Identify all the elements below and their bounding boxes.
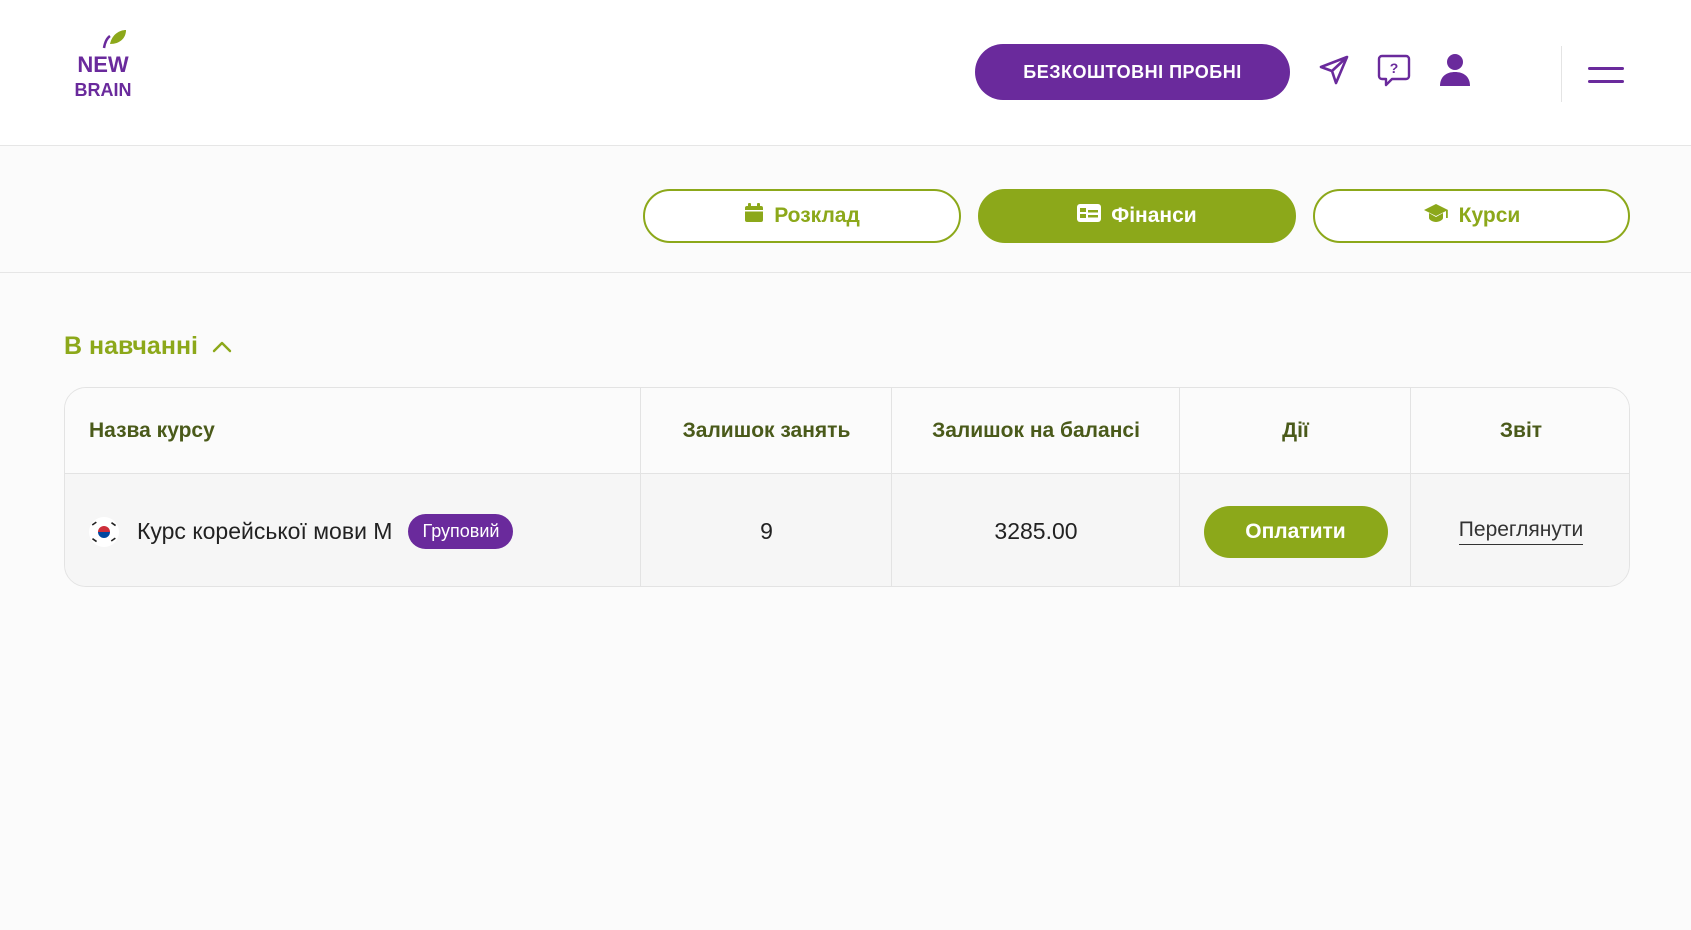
column-divider — [640, 388, 641, 586]
column-divider — [891, 388, 892, 586]
help-chat-icon[interactable]: ? — [1374, 50, 1414, 90]
finance-card-icon — [1077, 204, 1102, 228]
header-actions: Дії — [1282, 419, 1309, 442]
tab-courses[interactable]: Курси — [1313, 189, 1630, 243]
menu-icon[interactable] — [1586, 60, 1626, 90]
free-trials-button[interactable]: БЕЗКОШТОВНІ ПРОБНІ — [975, 44, 1290, 100]
table-header: Назва курсу Залишок занять Залишок на ба… — [65, 388, 1629, 474]
tab-finance-label: Фінанси — [1111, 204, 1197, 227]
courses-table: Назва курсу Залишок занять Залишок на ба… — [64, 387, 1630, 587]
user-icon[interactable] — [1435, 50, 1475, 90]
view-report-link[interactable]: Переглянути — [1458, 518, 1584, 545]
group-badge: Груповий — [408, 514, 514, 549]
svg-text:?: ? — [1390, 60, 1399, 76]
course-name: Курс корейської мови М — [137, 518, 393, 544]
header-report: Звіт — [1499, 419, 1543, 442]
newbrain-logo[interactable]: NEW BRAIN — [66, 28, 140, 108]
section-in-study-toggle[interactable]: В навчанні — [64, 330, 232, 362]
tab-schedule[interactable]: Розклад — [643, 189, 961, 243]
balance-value: 3285.00 — [994, 518, 1078, 544]
header-balance-left: Залишок на балансі — [932, 419, 1140, 442]
header-course-name: Назва курсу — [89, 419, 215, 442]
svg-text:BRAIN: BRAIN — [75, 80, 132, 100]
column-divider — [1410, 388, 1411, 586]
table-row: Курс корейської мови М Груповий 9 3285.0… — [65, 475, 1629, 586]
column-divider — [1179, 388, 1180, 586]
graduation-cap-icon — [1423, 203, 1449, 229]
header-divider — [1561, 46, 1562, 102]
tab-schedule-label: Розклад — [774, 204, 860, 227]
chevron-up-icon — [212, 332, 232, 361]
report-cell: Переглянути — [1411, 475, 1629, 586]
actions-cell: Оплатити — [1180, 475, 1411, 586]
lessons-left-value: 9 — [760, 518, 773, 544]
section-title: В навчанні — [64, 331, 198, 360]
svg-text:NEW: NEW — [77, 52, 129, 77]
header-lessons-left: Залишок занять — [682, 419, 851, 442]
nav-band: Розклад Фінанси Курси — [0, 147, 1691, 273]
south-korea-flag-icon — [89, 516, 119, 547]
tab-finance[interactable]: Фінанси — [978, 189, 1296, 243]
tab-courses-label: Курси — [1458, 204, 1521, 227]
calendar-icon — [744, 203, 764, 229]
send-icon[interactable] — [1314, 50, 1354, 90]
pay-button[interactable]: Оплатити — [1203, 505, 1388, 558]
header: NEW BRAIN БЕЗКОШТОВНІ ПРОБНІ ? — [0, 0, 1691, 146]
course-name-cell: Курс корейської мови М Груповий — [89, 475, 629, 586]
